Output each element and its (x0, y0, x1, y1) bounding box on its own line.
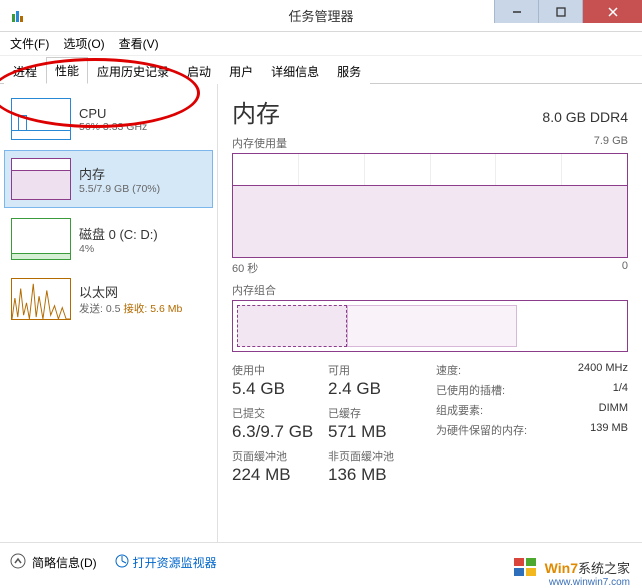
tab-processes[interactable]: 进程 (4, 58, 46, 84)
memory-text: 内存 5.5/7.9 GB (70%) (79, 164, 160, 195)
window-title: 任务管理器 (288, 6, 353, 25)
axis-left: 60 秒 (232, 260, 258, 276)
close-button[interactable] (582, 0, 642, 23)
disk-stats: 4% (79, 243, 158, 255)
stats-area: 使用中 5.4 GB 可用 2.4 GB 已提交 6.3/9.7 GB 已缓存 … (232, 362, 628, 491)
stat-hw-reserved: 为硬件保留的内存:139 MB (436, 422, 628, 438)
main-header: 内存 8.0 GB DDR4 (232, 94, 628, 129)
tab-services[interactable]: 服务 (328, 58, 370, 84)
sidebar-item-memory[interactable]: 内存 5.5/7.9 GB (70%) (4, 150, 213, 208)
tab-performance[interactable]: 性能 (46, 57, 88, 84)
chart-top-labels: 内存使用量 7.9 GB (232, 135, 628, 151)
content-area: CPU 56% 3.33 GHz 内存 5.5/7.9 GB (70%) 磁盘 … (0, 84, 642, 542)
tab-startup[interactable]: 启动 (178, 58, 220, 84)
memory-title: 内存 (79, 164, 160, 183)
windows-logo-icon (513, 556, 539, 578)
stats-left: 使用中 5.4 GB 可用 2.4 GB 已提交 6.3/9.7 GB 已缓存 … (232, 362, 424, 491)
axis-right: 0 (622, 260, 628, 276)
memory-stats: 5.5/7.9 GB (70%) (79, 183, 160, 195)
watermark: Win7系统之家 www.winwin7.com (513, 556, 630, 578)
minimize-button[interactable] (494, 0, 538, 23)
menu-bar: 文件(F) 选项(O) 查看(V) (0, 32, 642, 56)
stat-paged: 页面缓冲池 224 MB (232, 448, 328, 485)
memory-total: 8.0 GB DDR4 (542, 109, 628, 125)
cpu-title: CPU (79, 106, 147, 121)
app-icon (8, 6, 28, 26)
stats-right: 速度:2400 MHz 已使用的插槽:1/4 组成要素:DIMM 为硬件保留的内… (436, 362, 628, 491)
memory-thumbnail (11, 158, 71, 200)
stat-speed: 速度:2400 MHz (436, 362, 628, 378)
tab-details[interactable]: 详细信息 (262, 58, 328, 84)
sidebar: CPU 56% 3.33 GHz 内存 5.5/7.9 GB (70%) 磁盘 … (0, 84, 218, 542)
menu-view[interactable]: 查看(V) (113, 33, 165, 54)
page-title: 内存 (232, 94, 280, 129)
chart-axis: 60 秒 0 (232, 260, 628, 276)
composition-label-row: 内存组合 (232, 282, 628, 298)
menu-file[interactable]: 文件(F) (4, 33, 55, 54)
main-panel: 内存 8.0 GB DDR4 内存使用量 7.9 GB 60 秒 0 内存组合 … (218, 84, 642, 542)
resource-monitor-icon (115, 554, 129, 571)
stat-committed: 已提交 6.3/9.7 GB (232, 405, 328, 442)
sidebar-item-cpu[interactable]: CPU 56% 3.33 GHz (4, 90, 213, 148)
chevron-up-circle-icon (10, 553, 26, 572)
usage-label: 内存使用量 (232, 135, 287, 151)
stat-form: 组成要素:DIMM (436, 402, 628, 418)
cpu-thumbnail (11, 98, 71, 140)
sidebar-item-disk[interactable]: 磁盘 0 (C: D:) 4% (4, 210, 213, 268)
footer: 简略信息(D) 打开资源监视器 Win7系统之家 www.winwin7.com (0, 542, 642, 582)
sidebar-item-ethernet[interactable]: 以太网 发送: 0.5 接收: 5.6 Mb (4, 270, 213, 328)
stat-nonpaged: 非页面缓冲池 136 MB (328, 448, 424, 485)
disk-title: 磁盘 0 (C: D:) (79, 224, 158, 243)
stat-cached: 已缓存 571 MB (328, 405, 424, 442)
menu-options[interactable]: 选项(O) (57, 33, 110, 54)
disk-thumbnail (11, 218, 71, 260)
stat-in-use: 使用中 5.4 GB (232, 362, 328, 399)
cpu-text: CPU 56% 3.33 GHz (79, 106, 147, 133)
memory-composition-chart[interactable] (232, 300, 628, 352)
tab-app-history[interactable]: 应用历史记录 (88, 58, 178, 84)
ethernet-text: 以太网 发送: 0.5 接收: 5.6 Mb (79, 282, 182, 316)
stat-available: 可用 2.4 GB (328, 362, 424, 399)
composition-label: 内存组合 (232, 282, 276, 298)
open-resource-monitor-link[interactable]: 打开资源监视器 (115, 554, 217, 571)
ethernet-thumbnail (11, 278, 71, 320)
ethernet-stats: 发送: 0.5 接收: 5.6 Mb (79, 301, 182, 316)
usage-max: 7.9 GB (594, 135, 628, 151)
fewer-details-button[interactable]: 简略信息(D) (10, 553, 97, 572)
ethernet-title: 以太网 (79, 282, 182, 301)
disk-text: 磁盘 0 (C: D:) 4% (79, 224, 158, 255)
cpu-stats: 56% 3.33 GHz (79, 121, 147, 133)
tab-users[interactable]: 用户 (220, 58, 262, 84)
window-controls (494, 0, 642, 23)
stat-slots: 已使用的插槽:1/4 (436, 382, 628, 398)
memory-usage-chart[interactable] (232, 153, 628, 258)
tab-strip: 进程 性能 应用历史记录 启动 用户 详细信息 服务 (0, 56, 642, 84)
title-bar: 任务管理器 (0, 0, 642, 32)
maximize-button[interactable] (538, 0, 582, 23)
